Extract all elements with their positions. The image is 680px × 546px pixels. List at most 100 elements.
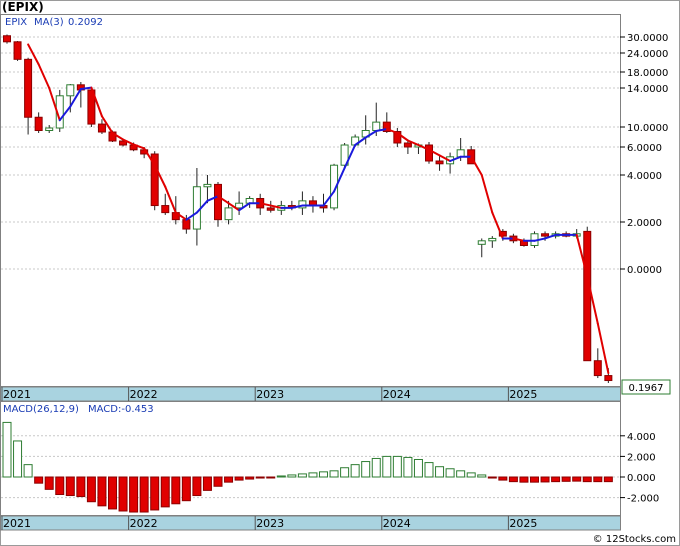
- price-tick-label: 0.0000: [627, 265, 662, 276]
- macd-bar: [213, 476, 223, 487]
- macd-bar: [245, 476, 255, 480]
- macd-bar: [445, 468, 455, 478]
- chart-canvas: (EPIX) EPIX MA(3) 0.2092 30.0000 24.0000 1…: [0, 0, 680, 546]
- last-price-label: 0.1967: [629, 383, 664, 394]
- macd-bar: [371, 457, 381, 478]
- ma-value: 0.2092: [68, 17, 103, 28]
- macd-bar: [350, 464, 360, 478]
- macd-bar: [44, 476, 54, 490]
- candle-body: [3, 35, 11, 43]
- macd-bar: [224, 476, 234, 483]
- candle-body: [182, 219, 191, 230]
- macd-bar: [86, 476, 96, 503]
- year-label: 2022: [130, 388, 158, 401]
- candle-body: [477, 240, 486, 245]
- ma-label: MA(3): [34, 17, 64, 28]
- candle-body: [214, 183, 222, 221]
- macd-bar: [466, 472, 476, 478]
- macd-bar: [139, 476, 149, 513]
- candle-body: [192, 186, 201, 230]
- macd-bar: [340, 467, 350, 478]
- macd-bar: [160, 476, 170, 508]
- macd-bar: [297, 473, 307, 478]
- macd-bar: [34, 476, 44, 484]
- year-label: 2023: [256, 517, 284, 530]
- price-tick-label: 18.0000: [627, 68, 668, 79]
- candle-body: [203, 183, 212, 188]
- macd-bar: [2, 421, 12, 478]
- candle-body: [13, 41, 22, 60]
- footer-credit: © 12Stocks.com: [593, 534, 676, 545]
- macd-bar: [382, 455, 392, 478]
- price-tick-label: 24.0000: [627, 49, 668, 60]
- candle-body: [161, 205, 170, 214]
- macd-bar: [181, 476, 191, 502]
- price-tick-label: 4.0000: [627, 171, 662, 182]
- macd-bar: [403, 456, 413, 478]
- macd-bar: [329, 470, 339, 478]
- macd-bar: [118, 476, 128, 512]
- macd-tick-label: 4.000: [627, 432, 656, 443]
- macd-bar: [97, 476, 107, 507]
- macd-bar: [234, 476, 244, 481]
- price-tick-label: 6.0000: [627, 143, 662, 154]
- macd-bar: [266, 476, 276, 479]
- candle-body: [224, 207, 233, 221]
- macd-bar: [561, 476, 571, 482]
- macd-bar: [530, 476, 539, 483]
- candle-body: [97, 123, 106, 133]
- macd-bar: [287, 474, 297, 478]
- candle-body: [435, 160, 444, 165]
- macd-bar: [255, 476, 265, 479]
- year-label: 2025: [509, 517, 537, 530]
- macd-bar: [55, 476, 65, 496]
- candle-body: [583, 230, 592, 362]
- macd-bar: [456, 470, 466, 478]
- candle-body: [66, 84, 75, 97]
- candle-body: [372, 121, 381, 131]
- macd-bar: [508, 476, 518, 483]
- macd-bar: [572, 476, 582, 482]
- macd-bar: [171, 476, 181, 505]
- chart-title: (EPIX): [2, 0, 44, 14]
- macd-bar: [192, 476, 202, 497]
- macd-bar: [129, 476, 139, 513]
- macd-tick-label: -2.000: [627, 494, 659, 505]
- ticker-label: EPIX: [5, 17, 27, 28]
- candle-body: [403, 142, 412, 148]
- macd-bar: [76, 476, 86, 498]
- year-label: 2025: [509, 388, 537, 401]
- macd-bar: [361, 461, 371, 478]
- macd-bar: [424, 462, 434, 478]
- macd-bar: [498, 476, 508, 481]
- candle-body: [604, 375, 613, 382]
- macd-bar: [413, 458, 423, 478]
- macd-bar: [603, 476, 613, 483]
- candle-body: [266, 207, 275, 211]
- price-tick-label: 14.0000: [627, 84, 668, 95]
- year-label: 2022: [130, 517, 158, 530]
- macd-bar: [477, 474, 487, 478]
- macd-bar: [540, 476, 550, 483]
- candle-body: [45, 127, 54, 131]
- candle-body: [235, 202, 244, 209]
- candle-body: [425, 144, 433, 162]
- macd-bar: [13, 440, 23, 478]
- candle-body: [456, 149, 465, 158]
- macd-bar: [519, 476, 529, 483]
- year-label: 2023: [256, 388, 284, 401]
- macd-bar: [551, 476, 561, 483]
- macd-bar: [108, 476, 117, 510]
- macd-bar: [65, 476, 75, 497]
- macd-value-label: MACD:-0.453: [88, 404, 154, 415]
- macd-bar: [435, 466, 445, 478]
- year-label: 2024: [383, 517, 411, 530]
- macd-bar: [276, 475, 286, 478]
- candle-body: [488, 237, 497, 242]
- candle-body: [541, 233, 550, 237]
- macd-tick-label: 2.000: [627, 452, 656, 463]
- macd-bar: [319, 471, 328, 478]
- macd-bar: [308, 472, 318, 478]
- macd-bar: [582, 476, 592, 483]
- candle-body: [24, 58, 33, 118]
